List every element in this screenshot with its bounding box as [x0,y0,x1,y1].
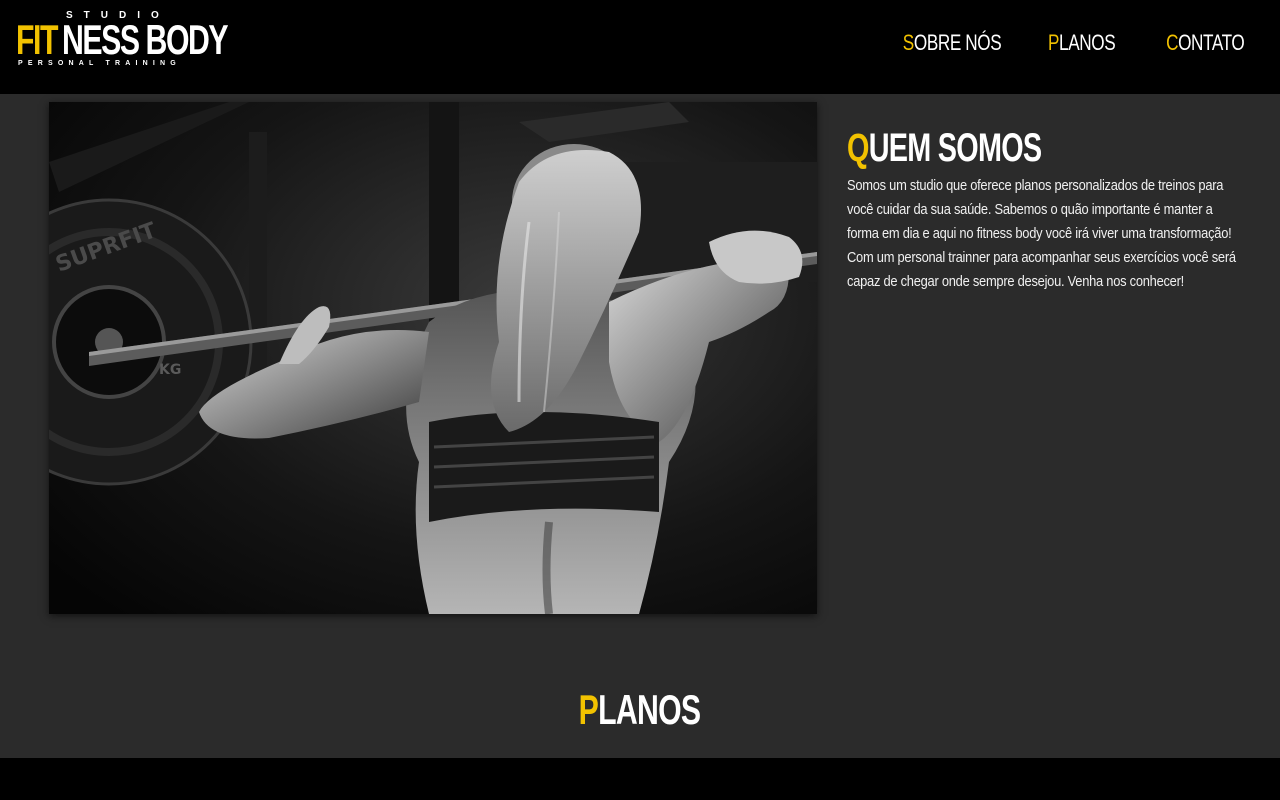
about-title-rest: UEM SOMOS [868,126,1042,170]
about-section: QUEM SOMOS Somos um studio que oferece p… [847,126,1237,294]
nav-link-initial: C [1165,30,1178,55]
nav-link-label: OBRE NÓS [913,30,1002,55]
nav-link-initial: S [902,30,914,55]
nav-link-sobre-nos[interactable]: SOBRE NÓS [903,30,1002,56]
main-content: SUPRFIT KG QUEM SOMOS Somos um studio qu… [0,94,1280,758]
plans-title-rest: LANOS [598,686,702,733]
logo-fit-text: FIT [16,16,58,63]
about-description: Somos um studio que oferece planos perso… [847,177,1236,290]
nav-link-label: LANOS [1059,30,1116,55]
plans-title-initial: P [579,686,599,733]
nav-link-initial: P [1048,30,1060,55]
plans-section: PLANOS [0,686,1280,734]
bottom-dark-band [0,758,1280,800]
logo-ness-body-text: NESS BODY [62,16,229,63]
logo-tagline: PERSONAL TRAINING [18,60,181,67]
photo-illustration: SUPRFIT KG [49,102,817,614]
about-title: QUEM SOMOS [847,126,1128,170]
top-navbar: STUDIO FIT NESS BODY PERSONAL TRAINING S… [0,0,1280,94]
nav-link-planos[interactable]: PLANOS [1048,30,1116,56]
nav-link-contato[interactable]: CONTATO [1165,30,1245,56]
fitness-body-logo[interactable]: STUDIO FIT NESS BODY PERSONAL TRAINING [16,10,229,72]
svg-text:KG: KG [159,362,181,378]
gym-woman-barbell-photo: SUPRFIT KG [49,102,817,614]
nav-link-label: ONTATO [1177,30,1245,55]
plans-title: PLANOS [579,686,701,734]
main-nav: SOBRE NÓS PLANOS CONTATO [875,30,1245,56]
about-title-initial: Q [847,126,869,170]
